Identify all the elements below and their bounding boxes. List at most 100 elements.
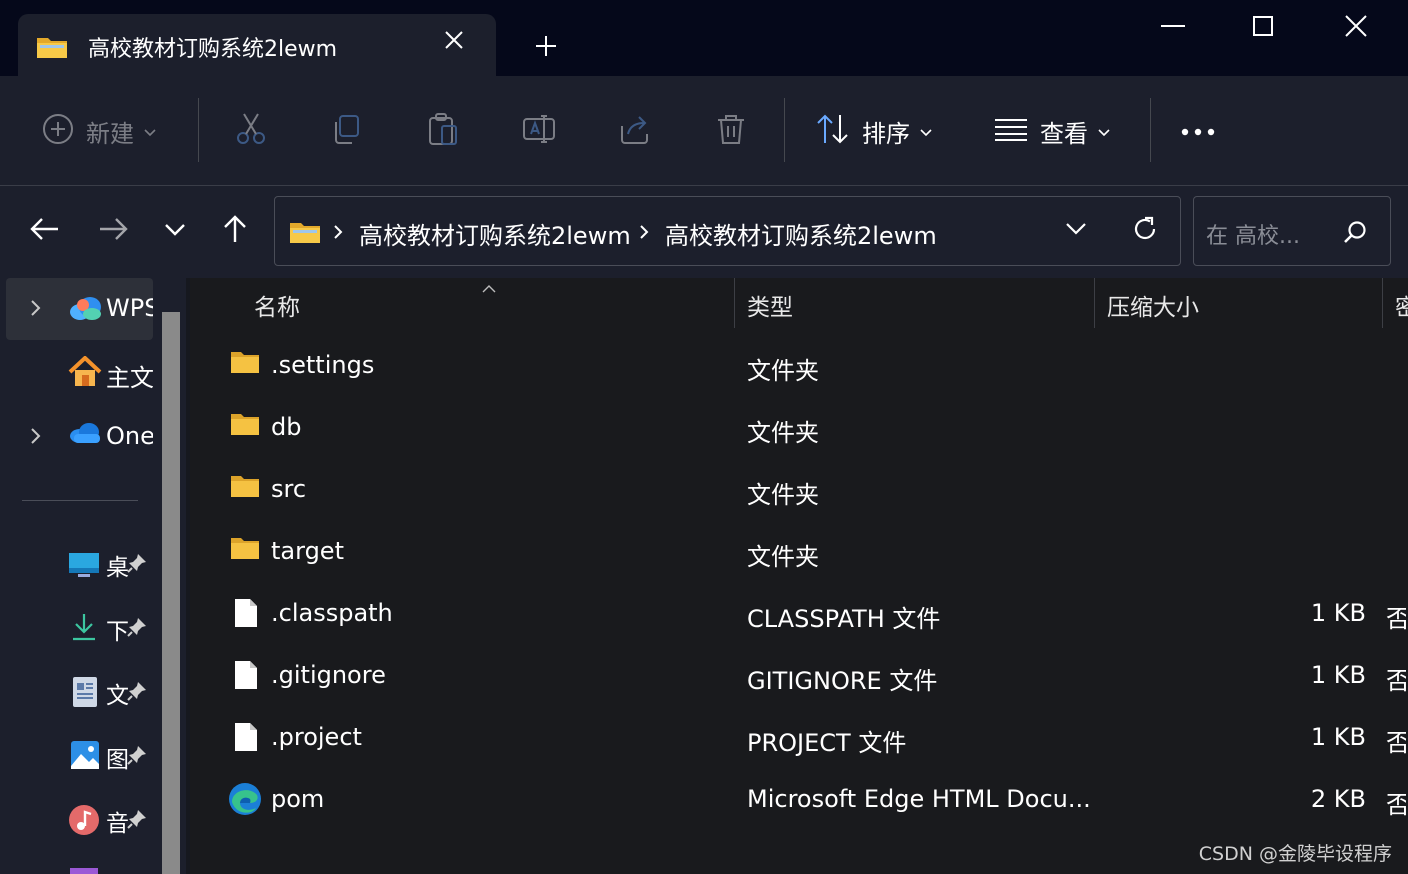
file-type: GITIGNORE 文件 [747, 667, 938, 695]
rename-button[interactable] [522, 114, 556, 148]
view-button[interactable]: 查看 [994, 114, 1110, 148]
delete-button[interactable] [714, 114, 748, 148]
file-extra: 否 [1386, 605, 1406, 633]
videos-icon [70, 868, 98, 874]
tab-title: 高校教材订购系统2lewm [88, 37, 338, 62]
file-row[interactable]: .classpath CLASSPATH 文件 1 KB 否 [210, 586, 1408, 648]
quick-access-desktop[interactable]: 桌 [66, 544, 156, 584]
column-header-extra[interactable]: 密 [1395, 288, 1408, 322]
file-name: target [271, 537, 344, 565]
new-button[interactable]: 新建 [42, 114, 156, 148]
more-button[interactable] [1180, 114, 1216, 148]
breadcrumb-chevron-icon [333, 224, 343, 244]
file-name: .gitignore [271, 661, 386, 689]
quick-access-documents[interactable]: 文 [66, 672, 156, 712]
breadcrumb-item[interactable]: 高校教材订购系统2lewm [665, 216, 937, 251]
file-size: 2 KB [1310, 785, 1366, 813]
up-arrow-icon[interactable] [218, 212, 252, 246]
quick-access-pictures[interactable]: 图 [66, 736, 156, 776]
pictures-icon [70, 740, 100, 774]
command-bar: 新建 排序 查看 [0, 76, 1408, 186]
search-field[interactable]: 在 高校... [1193, 196, 1391, 266]
file-row[interactable]: src 文件夹 [210, 462, 1408, 524]
plus-circle-icon [42, 113, 74, 149]
search-icon [1342, 219, 1368, 249]
sidebar-scrollbar[interactable] [162, 312, 180, 874]
view-label: 查看 [1040, 119, 1088, 148]
file-row[interactable]: .settings 文件夹 [210, 338, 1408, 400]
tab-active[interactable]: 高校教材订购系统2lewm [18, 14, 496, 76]
file-name: .settings [271, 351, 375, 379]
more-icon [1180, 122, 1216, 141]
column-divider[interactable] [1094, 278, 1095, 328]
minimize-icon[interactable] [1155, 8, 1191, 44]
chevron-down-icon [144, 122, 156, 141]
file-type: 文件夹 [747, 481, 819, 509]
close-window-icon[interactable] [1338, 8, 1374, 44]
toolbar-divider [198, 98, 199, 162]
share-button[interactable] [618, 114, 652, 148]
folder-icon [36, 34, 68, 64]
rename-icon [522, 112, 556, 150]
documents-icon [72, 676, 98, 712]
file-row[interactable]: db 文件夹 [210, 400, 1408, 462]
folder-icon [230, 412, 260, 440]
download-icon [70, 612, 98, 646]
music-icon [68, 804, 100, 840]
file-icon [234, 660, 258, 694]
file-row[interactable]: .project PROJECT 文件 1 KB 否 [210, 710, 1408, 772]
pin-icon [126, 744, 148, 770]
maximize-icon[interactable] [1245, 8, 1281, 44]
expand-chevron-icon[interactable] [30, 298, 42, 322]
plus-icon[interactable] [530, 30, 562, 62]
file-row[interactable]: .gitignore GITIGNORE 文件 1 KB 否 [210, 648, 1408, 710]
sort-button[interactable]: 排序 [816, 114, 932, 148]
navigation-pane: WPS 主文 One 桌 下 文 图 音 [0, 278, 190, 874]
file-type: PROJECT 文件 [747, 729, 907, 757]
sidebar-item-home[interactable]: 主文 [6, 342, 153, 404]
folder-icon [230, 536, 260, 564]
edge-icon [228, 782, 262, 820]
breadcrumb-item[interactable]: 高校教材订购系统2lewm [359, 216, 631, 251]
recent-locations-chevron-icon[interactable] [158, 212, 192, 246]
file-extra: 否 [1386, 729, 1406, 757]
address-row: 高校教材订购系统2lewm 高校教材订购系统2lewm 在 高校... [0, 186, 1408, 278]
chevron-down-icon [1098, 122, 1110, 141]
folder-icon [230, 350, 260, 378]
column-header-name[interactable]: 名称 [254, 288, 300, 322]
file-row[interactable]: target 文件夹 [210, 524, 1408, 586]
close-tab-icon[interactable] [442, 28, 466, 52]
file-list: 名称 类型 压缩大小 密 .settings 文件夹 db 文件夹 src 文件… [190, 278, 1408, 874]
paste-button[interactable] [426, 113, 460, 148]
back-arrow-icon[interactable] [28, 212, 62, 246]
expand-chevron-icon[interactable] [30, 426, 42, 450]
file-row[interactable]: pom Microsoft Edge HTML Docu... 2 KB 否 [210, 772, 1408, 834]
new-label: 新建 [86, 119, 134, 148]
sidebar-item-wps[interactable]: WPS [6, 278, 153, 340]
delete-icon [714, 112, 748, 150]
column-divider[interactable] [734, 278, 735, 328]
sidebar-item-onedrive[interactable]: One [6, 406, 153, 468]
file-name: db [271, 413, 302, 441]
file-extra: 否 [1386, 791, 1406, 819]
quick-access-downloads[interactable]: 下 [66, 608, 156, 648]
column-header-size[interactable]: 压缩大小 [1107, 288, 1199, 322]
divider [22, 500, 138, 501]
forward-arrow-icon[interactable] [96, 212, 130, 246]
share-icon [618, 112, 652, 150]
copy-button[interactable] [330, 114, 364, 148]
folder-icon [230, 474, 260, 502]
file-name: .classpath [271, 599, 393, 627]
quick-access-music[interactable]: 音 [66, 800, 156, 840]
view-icon [994, 117, 1028, 145]
address-bar[interactable]: 高校教材订购系统2lewm 高校教材订购系统2lewm [274, 196, 1181, 266]
file-type: 文件夹 [747, 357, 819, 385]
refresh-icon[interactable] [1131, 215, 1159, 247]
file-size: 1 KB [1310, 723, 1366, 751]
column-divider[interactable] [1382, 278, 1383, 328]
onedrive-icon [68, 420, 102, 450]
cut-button[interactable] [234, 113, 268, 148]
column-header-type[interactable]: 类型 [747, 288, 793, 322]
chevron-down-icon[interactable] [1065, 221, 1087, 240]
file-icon [234, 598, 258, 632]
